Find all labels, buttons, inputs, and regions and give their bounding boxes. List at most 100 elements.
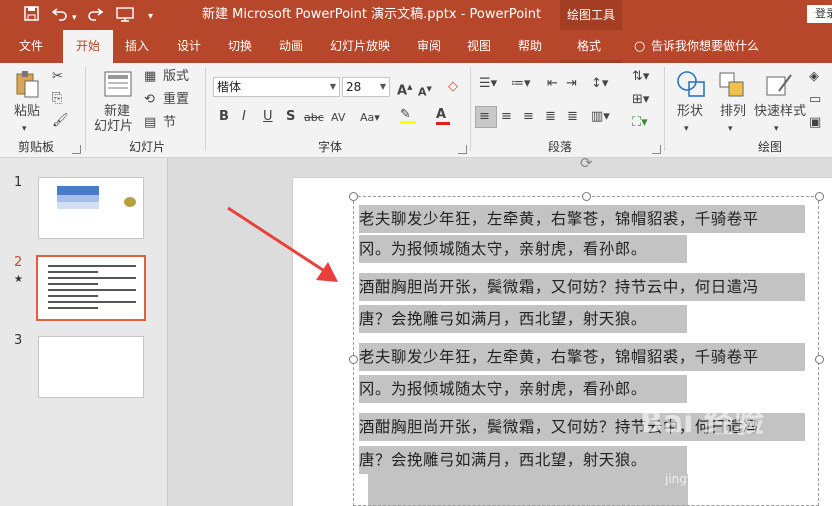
align-text-icon[interactable]: ⊞▾ — [632, 92, 649, 108]
highlight-icon[interactable]: ✎ — [400, 107, 416, 124]
paste-icon[interactable] — [14, 69, 40, 104]
text-direction-icon[interactable]: ⇅▾ — [632, 69, 649, 85]
tab-format[interactable]: 格式 — [577, 30, 601, 63]
thumb-text-line — [48, 283, 98, 285]
layout-button[interactable]: 版式 — [163, 69, 189, 85]
new-slide-label[interactable]: 新建 — [104, 104, 130, 120]
clipboard-group-label: 剪贴板 — [18, 140, 55, 154]
thumb-text-line — [48, 295, 98, 297]
signin-button[interactable]: 登录 — [807, 5, 832, 23]
slide-thumbnail-3[interactable] — [38, 336, 144, 398]
tab-view[interactable]: 视图 — [467, 30, 491, 63]
format-painter-icon[interactable]: 🖌 — [52, 113, 69, 129]
tab-home[interactable]: 开始 — [63, 30, 113, 63]
tab-animations[interactable]: 动画 — [279, 30, 303, 63]
slides-group-label: 幻灯片 — [129, 140, 166, 154]
tab-slideshow[interactable]: 幻灯片放映 — [330, 30, 390, 63]
save-icon[interactable] — [24, 6, 39, 25]
tab-insert[interactable]: 插入 — [125, 30, 149, 63]
slide-number: 2 — [14, 255, 23, 270]
font-group-label: 字体 — [318, 140, 343, 154]
smartart-icon[interactable]: ⛶▾ — [632, 115, 648, 131]
rotate-handle-icon[interactable]: ⟳ — [580, 154, 593, 172]
section-icon[interactable]: ▤ — [144, 115, 156, 131]
paste-button-label[interactable]: 粘贴 — [14, 104, 40, 120]
strikethrough-button[interactable]: abc — [304, 110, 324, 126]
undo-dropdown-icon[interactable]: ▾ — [72, 9, 77, 27]
customize-icon[interactable]: ▾ — [148, 8, 153, 26]
title-bar: ▾ ▾ 新建 Microsoft PowerPoint 演示文稿.pptx - … — [0, 0, 832, 30]
redo-icon[interactable] — [87, 6, 104, 25]
clear-format-icon[interactable]: ◇ — [448, 79, 458, 95]
change-case-icon[interactable]: Aa▾ — [360, 110, 380, 126]
slide-thumbnail-1[interactable] — [38, 177, 144, 239]
thumb-table-row — [57, 195, 99, 202]
chevron-down-icon[interactable]: ▾ — [684, 121, 689, 137]
underline-button[interactable]: U — [263, 109, 273, 125]
paragraph-launcher-icon[interactable] — [652, 145, 661, 154]
shadow-button[interactable]: S — [286, 109, 295, 125]
font-name-select[interactable]: 楷体 ▼ — [213, 77, 340, 97]
columns-icon[interactable]: ▥▾ — [591, 109, 610, 125]
paste-dropdown-icon[interactable]: ▾ — [22, 121, 27, 137]
resize-handle[interactable] — [349, 355, 358, 364]
line-spacing-icon[interactable]: ↕▾ — [591, 76, 608, 92]
char-spacing-button[interactable]: AV — [331, 110, 345, 126]
align-right-icon[interactable]: ≡ — [523, 109, 534, 125]
new-slide-label-2[interactable]: 幻灯片 — [94, 119, 133, 135]
shape-outline-icon[interactable]: ▭ — [809, 92, 821, 108]
tab-help[interactable]: 帮助 — [518, 30, 542, 63]
increase-indent-icon[interactable]: ⇥ — [566, 76, 577, 92]
justify-icon[interactable]: ≣ — [545, 109, 556, 125]
slide-number: 1 — [14, 175, 23, 190]
tab-transitions[interactable]: 切换 — [228, 30, 252, 63]
tab-file[interactable]: 文件 — [19, 30, 43, 63]
copy-icon[interactable]: ⎘ — [52, 91, 62, 107]
quick-styles-icon[interactable] — [765, 71, 793, 104]
shape-fill-icon[interactable]: ◈ — [809, 69, 819, 85]
thumb-text-line — [48, 307, 98, 309]
bold-button[interactable]: B — [219, 109, 229, 125]
undo-icon[interactable] — [51, 6, 68, 25]
italic-button[interactable]: I — [242, 109, 246, 125]
watermark-url: jingyan.baidu.com — [665, 472, 776, 486]
tab-review[interactable]: 审阅 — [417, 30, 441, 63]
layout-icon[interactable]: ▦ — [144, 69, 156, 85]
cut-icon[interactable]: ✂ — [52, 69, 63, 85]
reset-icon[interactable]: ⟲ — [144, 92, 155, 108]
slide-thumbnail-2[interactable] — [36, 255, 146, 321]
chevron-down-icon[interactable]: ▾ — [774, 121, 779, 137]
font-launcher-icon[interactable] — [458, 145, 467, 154]
resize-handle[interactable] — [349, 192, 358, 201]
font-color-icon[interactable]: A — [436, 107, 450, 125]
quick-styles-button[interactable]: 快速样式 — [754, 104, 806, 120]
decrease-font-icon[interactable]: A▼ — [418, 81, 432, 101]
bullets-icon[interactable]: ☰▾ — [479, 76, 497, 92]
resize-handle[interactable] — [815, 355, 824, 364]
chevron-down-icon[interactable]: ▾ — [728, 121, 733, 137]
thumb-text-line — [48, 289, 136, 291]
decrease-indent-icon[interactable]: ⇤ — [547, 76, 558, 92]
tab-design[interactable]: 设计 — [177, 30, 201, 63]
arrange-icon[interactable] — [718, 71, 746, 104]
clipboard-launcher-icon[interactable] — [72, 145, 81, 154]
slide-number: 3 — [14, 333, 23, 348]
resize-handle[interactable] — [582, 192, 591, 201]
distribute-icon[interactable]: ≣ — [567, 109, 578, 125]
align-center-icon[interactable]: ≡ — [501, 109, 512, 125]
shape-effects-icon[interactable]: ▣ — [809, 115, 821, 131]
reset-button[interactable]: 重置 — [163, 92, 189, 108]
text-box-frame[interactable] — [353, 196, 819, 506]
arrange-button[interactable]: 排列 — [720, 104, 746, 120]
new-slide-icon[interactable] — [104, 71, 132, 102]
font-size-select[interactable]: 28 ▼ — [342, 77, 390, 97]
shapes-icon[interactable] — [675, 69, 707, 104]
shapes-button[interactable]: 形状 — [677, 104, 703, 120]
resize-handle[interactable] — [815, 192, 824, 201]
section-button[interactable]: 节 — [163, 115, 176, 131]
lightbulb-icon: ○ — [634, 39, 646, 54]
increase-font-icon[interactable]: A▲ — [397, 79, 412, 99]
numbering-icon[interactable]: ≔▾ — [511, 76, 531, 92]
tell-me-input[interactable]: 告诉我你想要做什么 — [651, 30, 759, 63]
presentation-icon[interactable] — [116, 6, 134, 26]
